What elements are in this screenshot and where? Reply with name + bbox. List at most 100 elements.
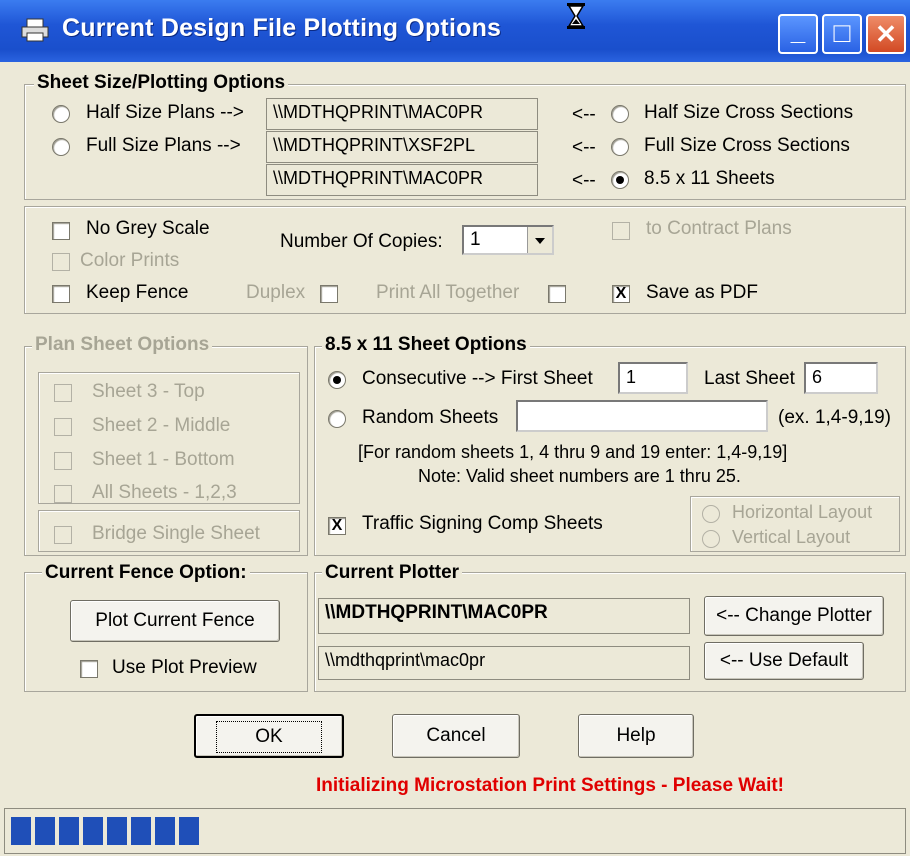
hourglass-icon <box>567 3 585 29</box>
current-plotter-field: \\MDTHQPRINT\MAC0PR <box>318 598 690 634</box>
full-size-cross-sections-label: Full Size Cross Sections <box>644 135 850 156</box>
plotting-options-window: Current Design File Plotting Options _ □… <box>0 0 910 856</box>
progress-block <box>107 817 127 845</box>
traffic-signing-checkbox[interactable]: X <box>328 517 346 535</box>
progress-block <box>179 817 199 845</box>
letter-sheet-options-title: 8.5 x 11 Sheet Options <box>322 334 530 356</box>
close-button[interactable]: ✕ <box>866 14 906 54</box>
window-title: Current Design File Plotting Options <box>62 14 502 42</box>
print-all-together-label: Print All Together <box>376 282 520 303</box>
cancel-button[interactable]: Cancel <box>392 714 520 758</box>
random-note: [For random sheets 1, 4 thru 9 and 19 en… <box>358 442 788 462</box>
default-plotter-field: \\mdthqprint\mac0pr <box>318 646 690 680</box>
number-of-copies-label: Number Of Copies: <box>280 231 443 252</box>
half-size-cross-sections-radio[interactable] <box>611 105 629 123</box>
plot-current-fence-button[interactable]: Plot Current Fence <box>70 600 280 642</box>
bridge-single-sheet-label: Bridge Single Sheet <box>92 523 260 544</box>
all-sheets-label: All Sheets - 1,2,3 <box>92 482 237 503</box>
random-sheets-radio[interactable] <box>328 410 346 428</box>
sheet-2-middle-checkbox[interactable] <box>54 418 72 436</box>
sheet-size-title: Sheet Size/Plotting Options <box>34 72 289 94</box>
full-size-printer-field: \\MDTHQPRINT\XSF2PL <box>266 131 538 163</box>
sheet-3-top-checkbox[interactable] <box>54 384 72 402</box>
sheet-2-middle-label: Sheet 2 - Middle <box>92 415 231 436</box>
sheet-1-bottom-checkbox[interactable] <box>54 452 72 470</box>
minimize-button[interactable]: _ <box>778 14 818 54</box>
full-cross-arrow: <-- <box>572 137 596 158</box>
random-sheets-input[interactable] <box>516 400 768 432</box>
copies-value: 1 <box>470 229 481 250</box>
first-sheet-input[interactable]: 1 <box>618 362 688 394</box>
chevron-down-icon[interactable] <box>527 227 552 253</box>
help-button[interactable]: Help <box>578 714 694 758</box>
title-bar[interactable]: Current Design File Plotting Options _ □… <box>0 0 910 62</box>
bridge-single-sheet-checkbox[interactable] <box>54 526 72 544</box>
use-plot-preview-checkbox[interactable] <box>80 660 98 678</box>
letter-sheets-radio[interactable] <box>611 171 629 189</box>
vertical-layout-label: Vertical Layout <box>732 527 851 547</box>
change-plotter-button[interactable]: <-- Change Plotter <box>704 596 884 636</box>
full-size-plans-radio[interactable] <box>52 138 70 156</box>
all-sheets-checkbox[interactable] <box>54 485 72 503</box>
progress-block <box>83 817 103 845</box>
progress-block <box>131 817 151 845</box>
half-size-plans-radio[interactable] <box>52 105 70 123</box>
save-as-pdf-label: Save as PDF <box>646 282 758 303</box>
progress-block <box>11 817 31 845</box>
plan-sheet-options-title: Plan Sheet Options <box>32 334 213 356</box>
close-icon: ✕ <box>875 19 897 49</box>
random-sheets-label: Random Sheets <box>362 407 499 428</box>
consecutive-radio[interactable] <box>328 371 346 389</box>
letter-sheets-label: 8.5 x 11 Sheets <box>644 168 775 189</box>
vertical-layout-radio[interactable] <box>702 530 720 548</box>
to-contract-plans-checkbox[interactable] <box>612 222 630 240</box>
use-default-button[interactable]: <-- Use Default <box>704 642 864 680</box>
fence-option-title: Current Fence Option: <box>42 562 250 584</box>
number-of-copies-select[interactable]: 1 <box>462 225 554 255</box>
traffic-signing-label: Traffic Signing Comp Sheets <box>362 513 603 534</box>
half-cross-arrow: <-- <box>572 104 596 125</box>
half-size-printer-field: \\MDTHQPRINT\MAC0PR <box>266 98 538 130</box>
progress-block <box>59 817 79 845</box>
check-mark-icon: X <box>331 517 343 534</box>
duplex-checkbox[interactable] <box>320 285 338 303</box>
save-as-pdf-checkbox[interactable]: X <box>612 285 630 303</box>
status-message: Initializing Microstation Print Settings… <box>316 775 785 796</box>
check-mark-icon: X <box>615 285 627 302</box>
ok-button[interactable]: OK <box>194 714 344 758</box>
last-sheet-label: Last Sheet <box>704 368 795 389</box>
consecutive-label: Consecutive --> First Sheet <box>362 368 593 389</box>
horizontal-layout-radio[interactable] <box>702 505 720 523</box>
last-sheet-input[interactable]: 6 <box>804 362 878 394</box>
progress-block <box>155 817 175 845</box>
progress-block <box>35 817 55 845</box>
no-grey-scale-checkbox[interactable] <box>52 222 70 240</box>
print-all-together-checkbox[interactable] <box>548 285 566 303</box>
printer-icon <box>21 18 49 42</box>
random-example-label: (ex. 1,4-9,19) <box>778 407 891 428</box>
full-size-plans-label: Full Size Plans --> <box>86 135 241 156</box>
valid-sheet-note: Note: Valid sheet numbers are 1 thru 25. <box>418 466 741 486</box>
maximize-icon: □ <box>833 17 851 48</box>
no-grey-scale-label: No Grey Scale <box>86 218 210 239</box>
current-plotter-title: Current Plotter <box>322 562 463 584</box>
half-size-plans-label: Half Size Plans --> <box>86 102 244 123</box>
keep-fence-checkbox[interactable] <box>52 285 70 303</box>
sheet-3-top-label: Sheet 3 - Top <box>92 381 205 402</box>
sheet-1-bottom-label: Sheet 1 - Bottom <box>92 449 235 470</box>
color-prints-label: Color Prints <box>80 250 180 271</box>
letter-printer-field: \\MDTHQPRINT\MAC0PR <box>266 164 538 196</box>
duplex-label: Duplex <box>246 282 306 303</box>
color-prints-checkbox[interactable] <box>52 253 70 271</box>
maximize-button[interactable]: □ <box>822 14 862 54</box>
half-size-cross-sections-label: Half Size Cross Sections <box>644 102 854 123</box>
progress-bar <box>4 808 906 854</box>
letter-arrow: <-- <box>572 170 596 191</box>
minimize-icon: _ <box>790 16 806 46</box>
full-size-cross-sections-radio[interactable] <box>611 138 629 156</box>
to-contract-plans-label: to Contract Plans <box>646 218 792 239</box>
ok-button-label: OK <box>216 721 322 753</box>
keep-fence-label: Keep Fence <box>86 282 189 303</box>
use-plot-preview-label: Use Plot Preview <box>112 657 257 678</box>
horizontal-layout-label: Horizontal Layout <box>732 502 873 522</box>
